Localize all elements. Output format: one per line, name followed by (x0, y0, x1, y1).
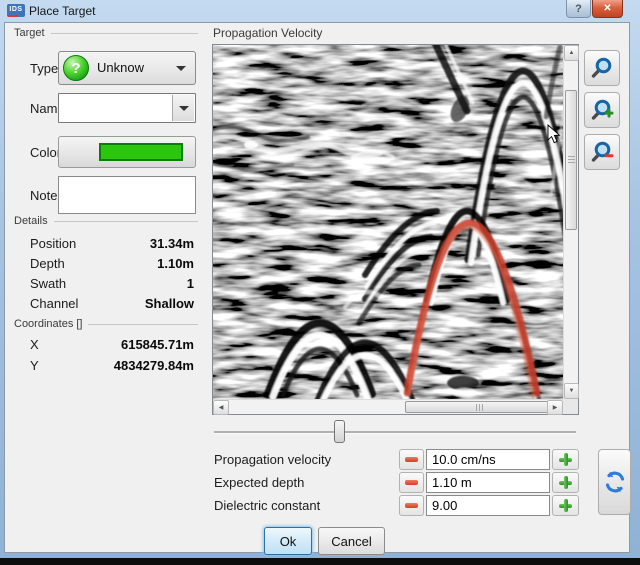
depth-increase-button[interactable] (552, 472, 579, 493)
app-logo-icon: IDS (7, 4, 25, 17)
minus-icon (405, 457, 418, 462)
scroll-left-icon: ◀ (219, 404, 224, 411)
magnifier-minus-icon (589, 139, 615, 165)
magnifier-icon (589, 55, 615, 81)
swath-value: 1 (58, 276, 194, 291)
plus-icon (559, 499, 572, 512)
coord-x-label: X (30, 337, 39, 352)
gpr-radargram[interactable] (213, 45, 563, 399)
zoom-out-button[interactable] (584, 134, 620, 170)
dielectric-increase-button[interactable] (552, 495, 579, 516)
depth-input[interactable] (426, 472, 550, 493)
target-group-title: Target (14, 27, 198, 39)
color-label: Color (30, 145, 61, 160)
velocity-input[interactable] (426, 449, 550, 470)
scroll-left-button[interactable]: ◀ (213, 400, 229, 415)
type-value: Unknow (97, 60, 144, 75)
help-icon: ? (575, 3, 582, 15)
coord-y-value: 4834279.84m (58, 358, 194, 373)
color-swatch (99, 143, 183, 161)
color-picker-button[interactable] (58, 136, 196, 168)
vertical-scrollbar[interactable]: ▲ ▼ (563, 45, 578, 399)
name-input[interactable] (61, 96, 173, 122)
refresh-button[interactable] (598, 449, 631, 515)
minus-icon (405, 503, 418, 508)
viewer-title: Propagation Velocity (213, 26, 322, 40)
cancel-button[interactable]: Cancel (318, 527, 385, 555)
horizontal-scrollbar[interactable]: ◀ ▶ (213, 399, 563, 414)
velocity-slider-track[interactable] (214, 431, 576, 434)
plus-icon (559, 453, 572, 466)
chevron-down-icon (179, 106, 189, 111)
unknown-type-icon: ? (63, 55, 89, 81)
titlebar[interactable]: IDS Place Target (0, 0, 640, 22)
scroll-right-icon: ▶ (553, 404, 558, 411)
plus-icon (559, 476, 572, 489)
vertical-scroll-thumb[interactable] (565, 90, 577, 230)
coord-y-label: Y (30, 358, 39, 373)
dielectric-constant-label: Dielectric constant (214, 498, 320, 513)
details-group-title: Details (14, 215, 198, 227)
scroll-down-icon: ▼ (569, 388, 575, 394)
refresh-icon (603, 470, 627, 494)
dielectric-decrease-button[interactable] (399, 495, 424, 516)
type-combobox[interactable]: ? Unknow (58, 51, 196, 85)
help-button[interactable]: ? (566, 0, 591, 18)
scroll-up-icon: ▲ (569, 50, 575, 56)
type-label: Type (30, 61, 58, 76)
radargram-viewer: ▲ ▼ ◀ ▶ (212, 44, 579, 415)
ok-button[interactable]: Ok (264, 527, 312, 555)
minus-icon (405, 480, 418, 485)
magnifier-plus-icon (589, 97, 615, 123)
name-combobox[interactable] (58, 93, 196, 123)
coordinates-group-title: Coordinates [] (14, 318, 198, 330)
notes-input[interactable] (58, 176, 196, 214)
scroll-right-button[interactable]: ▶ (547, 400, 563, 415)
velocity-slider-handle[interactable] (334, 420, 345, 443)
velocity-decrease-button[interactable] (399, 449, 424, 470)
dielectric-input[interactable] (426, 495, 550, 516)
scroll-down-button[interactable]: ▼ (564, 383, 579, 399)
close-icon: ✕ (603, 3, 611, 14)
scroll-up-button[interactable]: ▲ (564, 45, 579, 61)
close-button[interactable]: ✕ (592, 0, 623, 18)
zoom-reset-button[interactable] (584, 50, 620, 86)
expected-depth-label: Expected depth (214, 475, 304, 490)
place-target-dialog: IDS Place Target ? ✕ Target Type ? Unkno… (0, 0, 640, 558)
depth-decrease-button[interactable] (399, 472, 424, 493)
chevron-down-icon (176, 66, 186, 71)
name-dropdown-button[interactable] (172, 95, 194, 121)
propagation-velocity-label: Propagation velocity (214, 452, 331, 467)
scrollbar-corner (563, 399, 578, 414)
horizontal-scroll-thumb[interactable] (405, 401, 555, 413)
coord-x-value: 615845.71m (58, 337, 194, 352)
position-value: 31.34m (58, 236, 194, 251)
zoom-in-button[interactable] (584, 92, 620, 128)
depth-value: 1.10m (58, 256, 194, 271)
screen-bottom-edge (0, 558, 640, 565)
channel-value: Shallow (58, 296, 194, 311)
logo-red-bar (8, 15, 18, 17)
velocity-increase-button[interactable] (552, 449, 579, 470)
window-title: Place Target (29, 4, 96, 18)
